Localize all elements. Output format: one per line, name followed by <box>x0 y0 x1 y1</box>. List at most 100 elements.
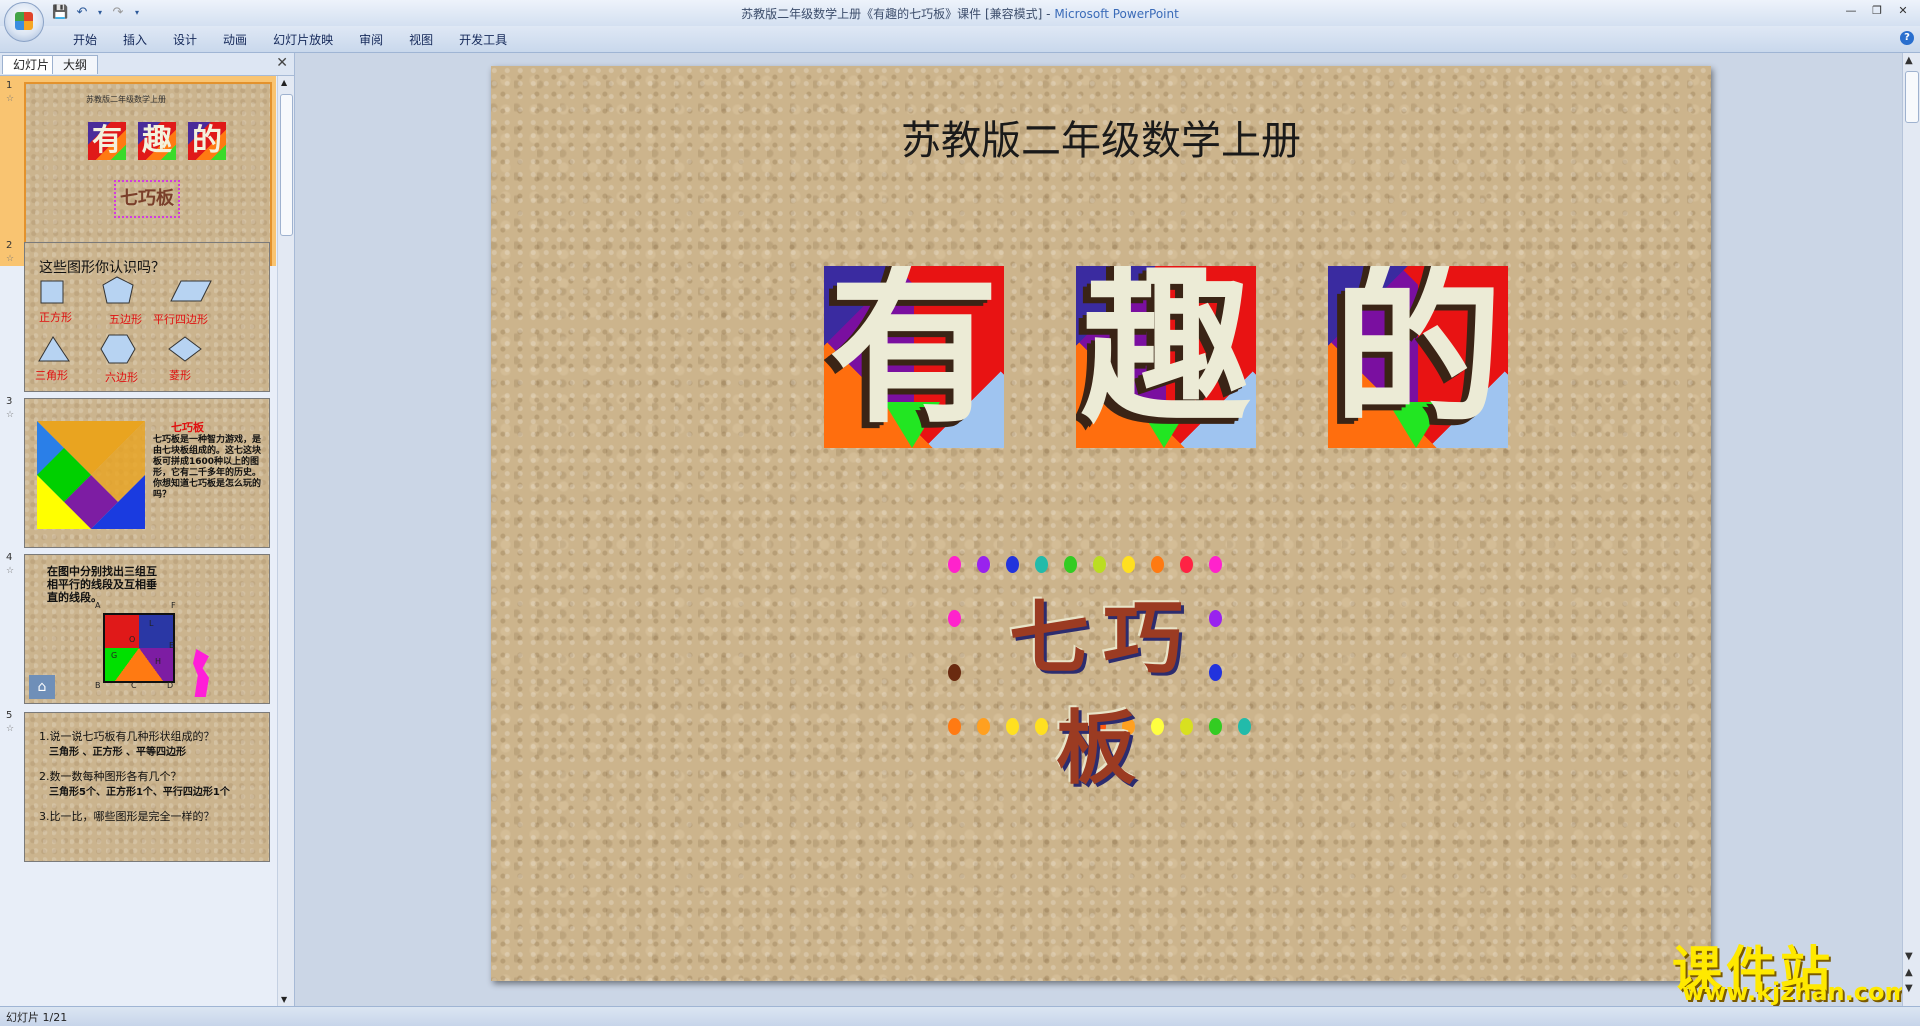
scrollbar-thumb[interactable] <box>280 94 293 236</box>
slide-number: 1 <box>6 80 13 91</box>
scroll-up-icon[interactable]: ▲ <box>281 78 287 87</box>
restore-icon[interactable]: ❐ <box>1866 2 1888 20</box>
office-button[interactable] <box>4 2 44 42</box>
tab-design[interactable]: 设计 <box>160 30 210 50</box>
slide-number: 2 <box>6 240 13 251</box>
thumb-subtitle: 苏教版二年级数学上册 <box>86 95 166 104</box>
slides-panel: 幻灯片 大纲 ✕ 1 ☆ 苏教版二年级数学上册 有 趣 的 七巧板 2 ☆ 这些… <box>0 53 295 1006</box>
animation-star-icon: ☆ <box>6 94 15 104</box>
title-char-tile[interactable]: 趣 <box>1076 266 1256 448</box>
shape-label: 五边形 <box>109 313 142 326</box>
ribbon-tabs-bar: 开始 插入 设计 动画 幻灯片放映 审阅 视图 开发工具 ? <box>0 26 1920 53</box>
slide-number: 3 <box>6 396 13 407</box>
decor-dot <box>1035 718 1048 735</box>
tab-insert[interactable]: 插入 <box>110 30 160 50</box>
tangram-square <box>103 613 175 683</box>
decor-dot <box>1006 718 1019 735</box>
tab-developer[interactable]: 开发工具 <box>446 30 520 50</box>
slide-preview: 七巧板 七巧板是一种智力游戏，是由七块板组成的。这七这块板可拼成1600种以上的… <box>24 398 270 548</box>
tab-review[interactable]: 审阅 <box>346 30 396 50</box>
decor-dot <box>977 718 990 735</box>
help-icon[interactable]: ? <box>1900 31 1914 45</box>
scroll-up-icon[interactable]: ▲ <box>1905 55 1913 66</box>
scroll-down-icon[interactable]: ▼ <box>1905 951 1913 962</box>
answer-1: 三角形 、正方形 、平等四边形 <box>49 747 186 758</box>
tangram-figure <box>193 649 209 697</box>
decor-dot <box>948 664 961 681</box>
panel-tabs: 幻灯片 大纲 ✕ <box>0 53 294 76</box>
answer-2: 三角形5个、正方形1个、平行四边形1个 <box>49 787 230 798</box>
decor-dot <box>1035 556 1048 573</box>
title-char-tile[interactable]: 的 <box>1328 266 1508 448</box>
point-label: E <box>169 641 175 650</box>
tab-slideshow[interactable]: 幻灯片放映 <box>260 30 346 50</box>
point-label: F <box>171 601 176 610</box>
shape-label: 三角形 <box>35 369 68 382</box>
animation-star-icon: ☆ <box>6 566 15 576</box>
next-slide-icon[interactable]: ▼ <box>1905 983 1913 994</box>
thumbnails-scrollbar[interactable]: ▲ ▼ <box>277 76 294 1006</box>
shape-label: 正方形 <box>39 311 72 324</box>
panel-close-icon[interactable]: ✕ <box>276 55 288 71</box>
slide-subtitle[interactable]: 苏教版二年级数学上册 <box>491 108 1711 166</box>
tangram-graphic <box>37 421 145 529</box>
decor-dot <box>1151 718 1164 735</box>
thumb-text: 七巧板是一种智力游戏，是由七块板组成的。这七这块板可拼成1600种以上的图形，它… <box>153 435 262 500</box>
tab-view[interactable]: 视图 <box>396 30 446 50</box>
previous-slide-icon[interactable]: ▲ <box>1905 967 1913 978</box>
point-label: O <box>129 635 136 644</box>
tab-outline[interactable]: 大纲 <box>52 55 99 74</box>
home-icon: ⌂ <box>29 675 55 699</box>
decor-dot <box>1209 718 1222 735</box>
question-1: 1.说一说七巧板有几种形状组成的？ <box>39 730 215 743</box>
decor-dot <box>948 718 961 735</box>
office-logo-icon <box>15 12 33 30</box>
decor-dot <box>1093 556 1106 573</box>
scrollbar-thumb[interactable] <box>1905 71 1919 123</box>
slide-thumbnails: 1 ☆ 苏教版二年级数学上册 有 趣 的 七巧板 2 ☆ 这些图形你认识吗？ 正… <box>0 76 276 1006</box>
thumb-char: 有 <box>88 122 126 160</box>
scroll-down-icon[interactable]: ▼ <box>281 995 287 1004</box>
point-label: D <box>167 681 174 690</box>
tab-home[interactable]: 开始 <box>60 30 110 50</box>
slide-counter: 幻灯片 1/21 <box>6 1011 68 1024</box>
shape-label: 六边形 <box>105 371 138 384</box>
minimize-icon[interactable]: — <box>1840 2 1862 20</box>
slide-preview: 1.说一说七巧板有几种形状组成的？ 三角形 、正方形 、平等四边形 2.数一数每… <box>24 712 270 862</box>
animation-star-icon: ☆ <box>6 410 15 420</box>
qqb-decoration[interactable]: 七巧板 <box>946 554 1256 795</box>
slide-thumb-5[interactable]: 5 ☆ 1.说一说七巧板有几种形状组成的？ 三角形 、正方形 、平等四边形 2.… <box>0 706 276 896</box>
window-title: 苏教版二年级数学上册《有趣的七巧板》课件 [兼容模式] - Microsoft … <box>0 5 1920 22</box>
decor-dot <box>1006 556 1019 573</box>
qqb-title: 七巧板 <box>1009 592 1197 795</box>
ribbon-tabs: 开始 插入 设计 动画 幻灯片放映 审阅 视图 开发工具 <box>60 30 520 50</box>
point-label: B <box>95 681 101 690</box>
current-slide[interactable]: 苏教版二年级数学上册 有 趣 的 七巧板 <box>491 66 1711 981</box>
point-label: L <box>149 619 154 628</box>
thumb-char: 的 <box>188 122 226 160</box>
decor-dot <box>1064 556 1077 573</box>
watermark-url: www.kjzhan.com <box>1682 978 1910 1006</box>
shape-label: 平行四边形 <box>153 313 208 326</box>
watermark-logo: 课件站 www.kjzhan.com <box>1672 930 1912 1006</box>
close-icon[interactable]: ✕ <box>1892 2 1914 20</box>
window-controls: — ❐ ✕ <box>1840 2 1914 20</box>
decor-dot <box>1180 556 1193 573</box>
title-char-tile[interactable]: 有 <box>824 266 1004 448</box>
window-title-doc: 苏教版二年级数学上册《有趣的七巧板》课件 [兼容模式] - <box>741 7 1055 21</box>
decor-dot <box>1209 556 1222 573</box>
decor-dot <box>1238 718 1251 735</box>
decor-dot <box>948 610 961 627</box>
decor-dot <box>1151 556 1164 573</box>
thumb-char: 趣 <box>138 122 176 160</box>
title-char: 有 <box>828 266 999 447</box>
decor-dot <box>977 556 990 573</box>
slide-number: 4 <box>6 552 13 563</box>
tab-animations[interactable]: 动画 <box>210 30 260 50</box>
thumb-title: 有 趣 的 <box>88 122 226 160</box>
decor-dot <box>948 556 961 573</box>
question-3: 3.比一比，哪些图形是完全一样的？ <box>39 810 215 823</box>
decor-dot <box>1180 718 1193 735</box>
main-scrollbar[interactable]: ▲ ▼ ▲ ▼ <box>1902 53 1920 1006</box>
animation-star-icon: ☆ <box>6 254 15 264</box>
